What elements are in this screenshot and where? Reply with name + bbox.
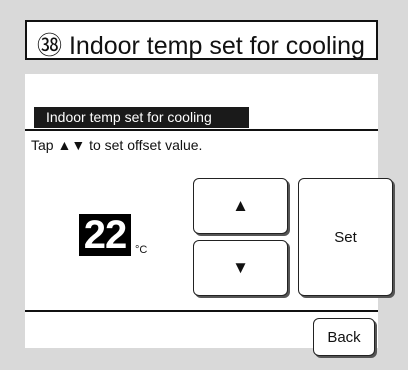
title-text: Indoor temp set for cooling <box>68 32 365 60</box>
set-button-label: Set <box>334 228 357 246</box>
settings-panel: Indoor temp set for cooling Tap ▲▼ to se… <box>25 74 393 356</box>
divider-bottom <box>25 310 378 312</box>
up-arrow-icon: ▲ <box>232 196 249 215</box>
temperature-value: 22 <box>79 214 131 256</box>
number-badge: ㊳ <box>37 32 63 60</box>
decrease-button[interactable]: ▼ <box>193 240 288 296</box>
temperature-unit: °C <box>135 244 148 256</box>
title-bar: ㊳ Indoor temp set for cooling <box>25 20 378 60</box>
back-button[interactable]: Back <box>313 318 375 356</box>
section-header: Indoor temp set for cooling <box>34 107 249 128</box>
set-button[interactable]: Set <box>298 178 393 296</box>
increase-button[interactable]: ▲ <box>193 178 288 234</box>
page-title: ㊳ Indoor temp set for cooling <box>37 26 365 62</box>
divider-top <box>25 129 378 131</box>
back-button-label: Back <box>327 328 361 346</box>
down-arrow-icon: ▼ <box>232 258 249 277</box>
instruction-text: Tap ▲▼ to set offset value. <box>31 137 203 153</box>
